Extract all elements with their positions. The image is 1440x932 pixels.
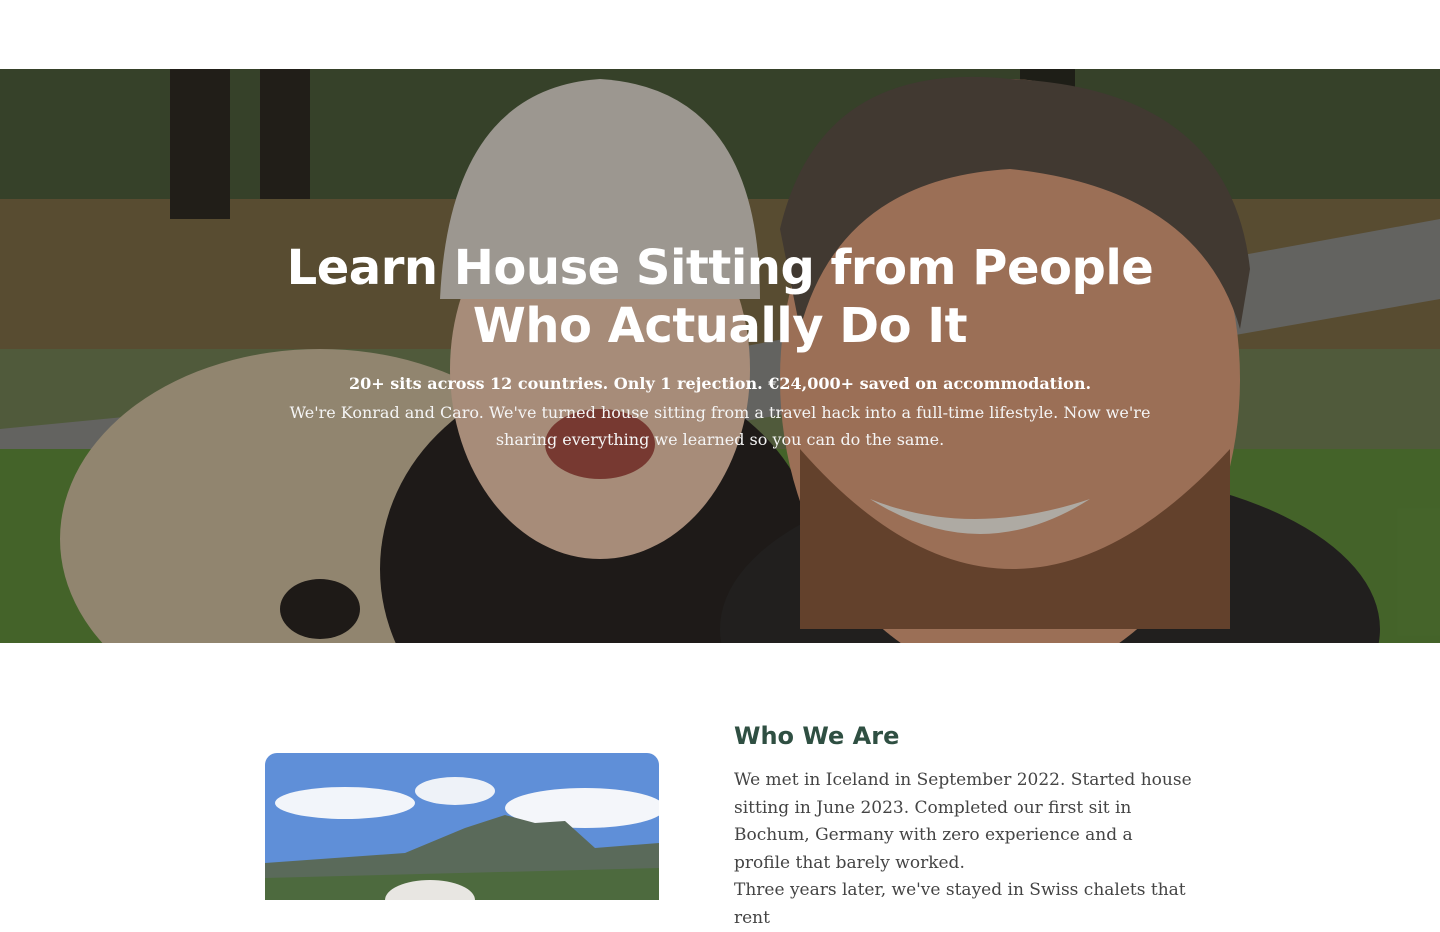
hero-stats: 20+ sits across 12 countries. Only 1 rej… (348, 374, 1092, 393)
hero-title: Learn House Sitting from People Who Actu… (286, 240, 1154, 354)
top-navigation-bar (0, 0, 1440, 69)
about-heading: Who We Are (734, 722, 900, 750)
hero-overlay (0, 69, 1440, 643)
hero-section: Learn House Sitting from People Who Actu… (0, 69, 1440, 643)
about-text: We met in Iceland in September 2022. Sta… (734, 767, 1194, 932)
about-photo (265, 753, 659, 900)
about-paragraph-2: Three years later, we've stayed in Swiss… (734, 880, 1186, 928)
about-paragraph-1: We met in Iceland in September 2022. Sta… (734, 770, 1192, 873)
hero-intro: We're Konrad and Caro. We've turned hous… (289, 403, 1151, 449)
